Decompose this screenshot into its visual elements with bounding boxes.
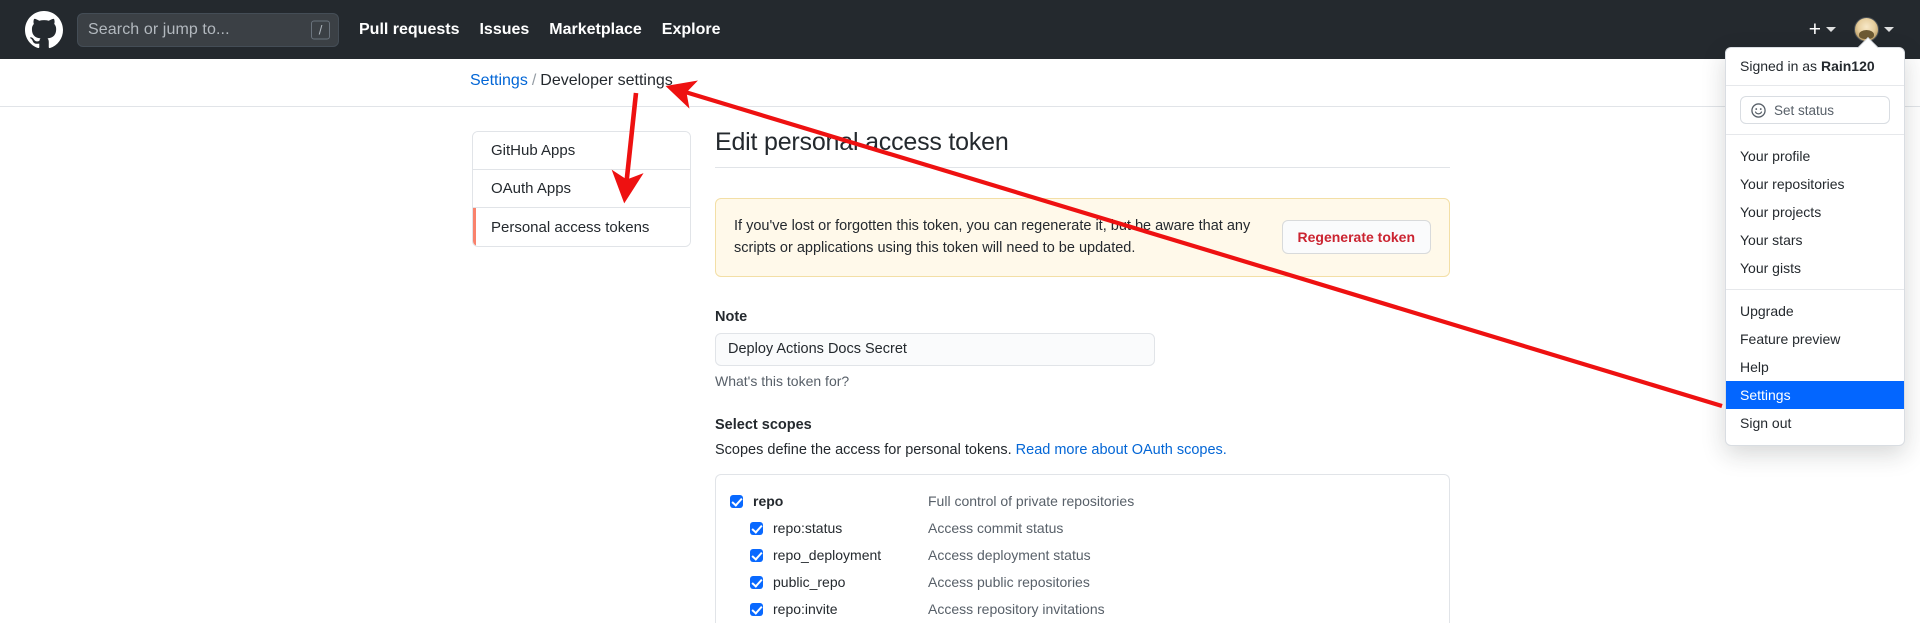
- sub-header: Settings / Developer settings: [0, 59, 1920, 107]
- sidebar-item-personal-access-tokens[interactable]: Personal access tokens: [473, 208, 690, 246]
- menu-item-feature-preview[interactable]: Feature preview: [1726, 325, 1904, 353]
- checkbox-icon[interactable]: [750, 602, 763, 616]
- scope-row-repo-status[interactable]: repo:status Access commit status: [716, 515, 1449, 542]
- scope-name: repo:status: [773, 520, 843, 537]
- search-input[interactable]: Search or jump to... /: [77, 12, 339, 47]
- github-mark-icon[interactable]: [25, 10, 63, 49]
- scopes-description-text: Scopes define the access for personal to…: [715, 441, 1016, 458]
- username: Rain120: [1820, 58, 1875, 74]
- scope-row-repo-invite[interactable]: repo:invite Access repository invitation…: [716, 596, 1449, 623]
- scope-description: Access commit status: [928, 520, 1064, 537]
- scope-description: Access public repositories: [928, 574, 1090, 591]
- scope-description: Access deployment status: [928, 547, 1091, 564]
- breadcrumb-separator: /: [531, 72, 537, 89]
- set-status-button[interactable]: Set status: [1740, 96, 1890, 124]
- menu-item-upgrade[interactable]: Upgrade: [1726, 297, 1904, 325]
- sidebar-item-label: GitHub Apps: [491, 142, 576, 159]
- scope-description: Access repository invitations: [928, 601, 1105, 618]
- nav-item-pull-requests[interactable]: Pull requests: [359, 21, 459, 39]
- menu-group-account: Upgrade Feature preview Help Settings Si…: [1726, 290, 1904, 445]
- smiley-icon: [1751, 102, 1766, 118]
- nav-item-marketplace[interactable]: Marketplace: [549, 21, 642, 39]
- menu-item-sign-out[interactable]: Sign out: [1726, 409, 1904, 437]
- scope-row-repo-deployment[interactable]: repo_deployment Access deployment status: [716, 542, 1449, 569]
- select-scopes-heading: Select scopes: [715, 416, 812, 433]
- scope-name: repo_deployment: [773, 547, 882, 564]
- search-placeholder: Search or jump to...: [88, 20, 230, 38]
- menu-item-your-repositories[interactable]: Your repositories: [1726, 170, 1904, 198]
- header-actions: +: [1809, 17, 1900, 42]
- menu-item-settings[interactable]: Settings: [1726, 381, 1904, 409]
- global-header: Search or jump to... / Pull requests Iss…: [0, 0, 1920, 59]
- nav-item-issues[interactable]: Issues: [479, 21, 529, 39]
- chevron-down-icon: [1884, 27, 1894, 32]
- sidebar-item-oauth-apps[interactable]: OAuth Apps: [473, 170, 690, 208]
- breadcrumb: Settings / Developer settings: [470, 72, 673, 90]
- main-content: Edit personal access token If you've los…: [715, 128, 1450, 623]
- checkbox-icon[interactable]: [750, 521, 763, 535]
- search-shortcut-key: /: [311, 20, 330, 39]
- checkbox-icon[interactable]: [750, 548, 763, 562]
- scope-description: Full control of private repositories: [928, 493, 1135, 510]
- breadcrumb-settings-link[interactable]: Settings: [470, 72, 528, 89]
- nav-item-explore[interactable]: Explore: [662, 21, 721, 39]
- breadcrumb-current: Developer settings: [540, 72, 673, 89]
- github-settings-page: Search or jump to... / Pull requests Iss…: [0, 0, 1920, 623]
- note-help-text: What's this token for?: [715, 372, 850, 389]
- oauth-scopes-link[interactable]: Read more about OAuth scopes.: [1016, 442, 1227, 458]
- plus-icon: +: [1808, 18, 1821, 41]
- set-status-section: Set status: [1726, 86, 1904, 135]
- menu-item-your-profile[interactable]: Your profile: [1726, 142, 1904, 170]
- menu-item-help[interactable]: Help: [1726, 353, 1904, 381]
- menu-item-your-stars[interactable]: Your stars: [1726, 226, 1904, 254]
- menu-group-personal: Your profile Your repositories Your proj…: [1726, 135, 1904, 290]
- menu-item-your-projects[interactable]: Your projects: [1726, 198, 1904, 226]
- checkbox-icon[interactable]: [750, 575, 763, 589]
- user-avatar-button[interactable]: [1854, 17, 1894, 42]
- signed-in-prefix: Signed in as: [1740, 58, 1821, 74]
- scope-name: public_repo: [773, 574, 846, 591]
- scope-row-repo[interactable]: repo Full control of private repositorie…: [716, 488, 1449, 515]
- note-input[interactable]: [715, 332, 1155, 366]
- primary-nav: Pull requests Issues Marketplace Explore: [359, 21, 720, 39]
- user-dropdown-menu: Signed in as Rain120 Set status Your pro…: [1725, 37, 1905, 446]
- checkbox-icon[interactable]: [730, 494, 743, 508]
- scope-name: repo: [753, 493, 784, 510]
- create-new-button[interactable]: +: [1809, 19, 1836, 40]
- sidebar-item-label: Personal access tokens: [491, 218, 650, 236]
- scopes-description: Scopes define the access for personal to…: [715, 442, 1450, 458]
- chevron-down-icon: [1826, 27, 1836, 32]
- set-status-label: Set status: [1774, 102, 1835, 118]
- menu-item-your-gists[interactable]: Your gists: [1726, 254, 1904, 282]
- note-label: Note: [715, 308, 748, 325]
- signed-in-as-label: Signed in as Rain120: [1726, 48, 1904, 86]
- developer-settings-subnav: GitHub Apps OAuth Apps Personal access t…: [472, 131, 691, 247]
- scopes-list: repo Full control of private repositorie…: [715, 473, 1450, 623]
- flash-message: If you've lost or forgotten this token, …: [734, 218, 1251, 257]
- sidebar-item-label: OAuth Apps: [491, 180, 572, 197]
- regenerate-token-flash: If you've lost or forgotten this token, …: [715, 198, 1450, 277]
- scope-name: repo:invite: [773, 601, 838, 618]
- scope-row-public-repo[interactable]: public_repo Access public repositories: [716, 569, 1449, 596]
- sidebar-item-github-apps[interactable]: GitHub Apps: [473, 132, 690, 170]
- page-title: Edit personal access token: [715, 128, 1450, 168]
- regenerate-token-button[interactable]: Regenerate token: [1281, 220, 1431, 255]
